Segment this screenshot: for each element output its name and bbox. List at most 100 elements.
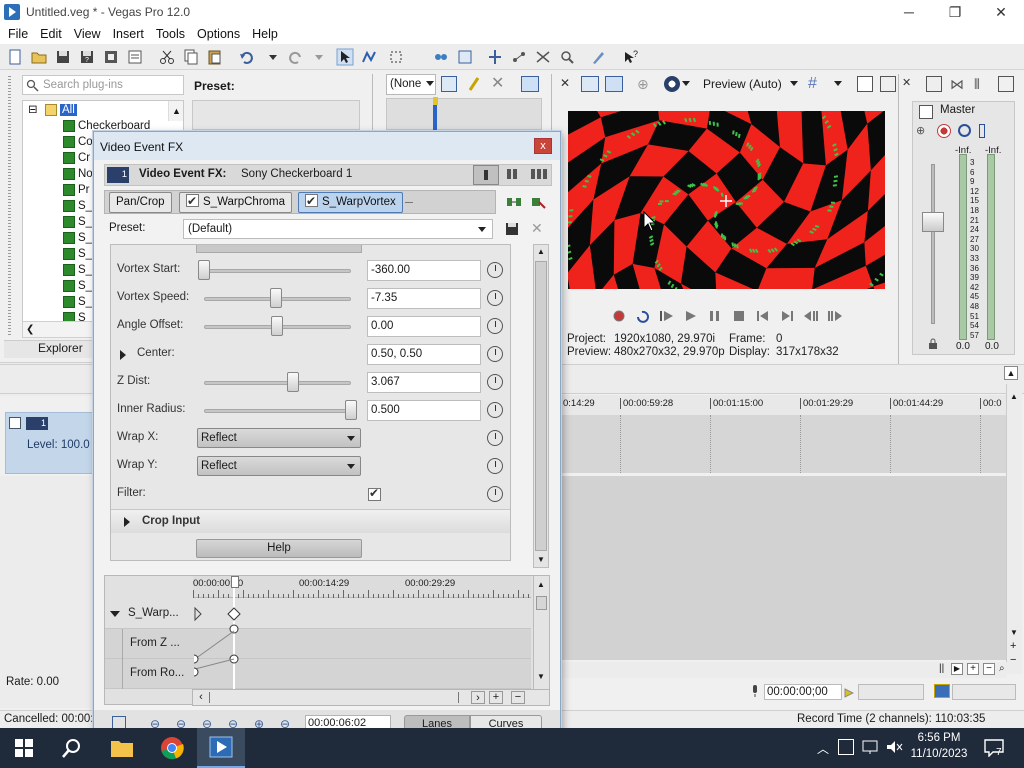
preset-dropdown[interactable]: (Default) bbox=[183, 219, 493, 239]
minimize-button[interactable]: ─ bbox=[886, 0, 932, 24]
animate-icon[interactable] bbox=[487, 346, 503, 362]
param-slider-thumb[interactable] bbox=[270, 288, 282, 308]
param-slider[interactable] bbox=[204, 269, 351, 273]
chain-s-warpchroma[interactable]: S_WarpChroma bbox=[179, 192, 293, 213]
menu-insert[interactable]: Insert bbox=[107, 27, 150, 41]
external-monitor-icon[interactable] bbox=[605, 76, 623, 92]
master-fx-icon[interactable]: ⊕ bbox=[916, 124, 934, 138]
video-fx-icon[interactable]: ⊕ bbox=[637, 77, 651, 91]
auto-ripple-icon[interactable] bbox=[432, 48, 450, 66]
chrome-icon[interactable] bbox=[148, 728, 196, 768]
keyframe-vscroll[interactable]: ▲ ▼ bbox=[533, 576, 549, 704]
previous-frame-icon[interactable] bbox=[803, 309, 819, 323]
preset-list[interactable] bbox=[192, 100, 360, 130]
trimmer-monitor-icon[interactable] bbox=[521, 76, 539, 92]
trimmer-add-icon[interactable] bbox=[441, 76, 457, 92]
pause-icon[interactable] bbox=[707, 309, 723, 323]
wrap-y-dropdown[interactable]: Reflect bbox=[197, 456, 361, 476]
param-value-field[interactable]: -360.00 bbox=[367, 260, 481, 281]
menu-edit[interactable]: Edit bbox=[34, 27, 68, 41]
zoom-out-icon[interactable]: − bbox=[983, 663, 995, 675]
timeline-menu-button[interactable]: ▲ bbox=[1004, 366, 1018, 380]
clock-date[interactable]: 11/10/2023 bbox=[908, 748, 970, 760]
dialog-title-bar[interactable]: Video Event FX x bbox=[94, 132, 560, 160]
tree-collapse-toggle[interactable]: ⊟ bbox=[28, 102, 38, 118]
tree-item[interactable]: Co bbox=[63, 134, 93, 150]
animate-icon[interactable] bbox=[487, 318, 503, 334]
tray-app-icon[interactable] bbox=[838, 739, 854, 755]
chain-enable-checkbox[interactable] bbox=[305, 192, 318, 211]
param-slider[interactable] bbox=[204, 381, 351, 385]
wrap-x-dropdown[interactable]: Reflect bbox=[197, 428, 361, 448]
animate-icon[interactable] bbox=[487, 458, 503, 474]
expand-arrow-icon[interactable] bbox=[124, 517, 130, 527]
trimmer-ruler[interactable] bbox=[386, 98, 542, 130]
play-icon[interactable] bbox=[683, 309, 699, 323]
whats-this-help-icon[interactable]: ? bbox=[622, 48, 640, 66]
trimmer-marker-icon[interactable] bbox=[466, 76, 482, 92]
open-folder-icon[interactable] bbox=[30, 48, 48, 66]
undo-dropdown-icon[interactable] bbox=[264, 48, 282, 66]
menu-tools[interactable]: Tools bbox=[150, 27, 191, 41]
envelope-edit-tool-icon[interactable] bbox=[360, 48, 378, 66]
snapping-icon[interactable] bbox=[486, 48, 504, 66]
record-icon[interactable] bbox=[611, 309, 627, 323]
save-as-icon[interactable]: ? bbox=[78, 48, 96, 66]
copy-snapshot-icon[interactable] bbox=[857, 76, 873, 92]
zoom-tool-icon[interactable]: ⌕ bbox=[999, 663, 1011, 675]
zoom-in-icon[interactable]: + bbox=[967, 663, 979, 675]
play-from-start-icon[interactable] bbox=[659, 309, 675, 323]
zoom-tool-icon[interactable] bbox=[558, 48, 576, 66]
zoom-in-icon[interactable]: + bbox=[489, 691, 503, 704]
keyframe-cursor-handle[interactable] bbox=[231, 576, 239, 588]
stop-icon[interactable] bbox=[731, 309, 747, 323]
save-preset-icon[interactable] bbox=[505, 222, 519, 236]
file-explorer-icon[interactable] bbox=[98, 728, 146, 768]
crop-input-section[interactable]: Crop Input bbox=[111, 509, 510, 533]
network-icon[interactable] bbox=[862, 739, 880, 755]
view-single-icon[interactable] bbox=[473, 165, 499, 185]
expand-arrow-icon[interactable] bbox=[120, 350, 126, 360]
scroll-up-icon[interactable]: ▲ bbox=[537, 247, 545, 256]
clock-time[interactable]: 6:56 PM bbox=[908, 732, 970, 744]
timeline-vscroll[interactable]: ▲ ▼ + − bbox=[1006, 384, 1022, 674]
rate-label[interactable]: Rate: 0.00 bbox=[6, 676, 59, 688]
menu-file[interactable]: File bbox=[2, 27, 34, 41]
panel-grip[interactable] bbox=[8, 76, 11, 336]
param-value-field[interactable]: 0.50, 0.50 bbox=[367, 344, 481, 365]
vegas-taskbar-icon[interactable] bbox=[197, 728, 245, 768]
param-slider-thumb[interactable] bbox=[271, 316, 283, 336]
volume-muted-icon[interactable] bbox=[886, 739, 904, 755]
animate-icon[interactable] bbox=[487, 486, 503, 502]
vegas-app-icon[interactable] bbox=[4, 4, 20, 20]
remove-plugin-icon[interactable] bbox=[529, 194, 547, 210]
loop-icon[interactable] bbox=[635, 309, 651, 323]
redo-dropdown-icon[interactable] bbox=[310, 48, 328, 66]
solo-icon[interactable] bbox=[979, 124, 985, 138]
properties-icon[interactable] bbox=[126, 48, 144, 66]
go-to-end-icon[interactable] bbox=[779, 309, 795, 323]
render-as-icon[interactable] bbox=[102, 48, 120, 66]
hscroll-thumb[interactable] bbox=[209, 692, 459, 703]
crossfades-icon[interactable] bbox=[534, 48, 552, 66]
trimmer-clear-icon[interactable]: ✕ bbox=[491, 76, 507, 92]
keyframe-hscroll[interactable]: ‹ › + − bbox=[192, 689, 550, 706]
help-button[interactable]: Help bbox=[196, 539, 362, 558]
timeline-empty-area[interactable] bbox=[561, 476, 1006, 660]
param-slider-thumb[interactable] bbox=[345, 400, 357, 420]
hscroll-grip[interactable]: || bbox=[939, 663, 944, 674]
scrollbar-thumb[interactable] bbox=[535, 261, 547, 551]
tree-scroll-left[interactable]: ❮ bbox=[22, 321, 94, 338]
scroll-down-icon[interactable]: ▼ bbox=[537, 672, 545, 681]
mixer-downmix-icon[interactable]: ⋈ bbox=[950, 76, 966, 92]
mute-icon[interactable] bbox=[958, 124, 971, 137]
master-fader-track[interactable] bbox=[931, 164, 935, 324]
param-value-field[interactable]: -7.35 bbox=[367, 288, 481, 309]
animate-icon[interactable] bbox=[487, 374, 503, 390]
mixer-properties-icon[interactable] bbox=[926, 76, 942, 92]
video-track-header[interactable]: 1 Level: 100.0 bbox=[5, 412, 93, 474]
copy-icon[interactable] bbox=[182, 48, 200, 66]
selection-length-display[interactable] bbox=[952, 684, 1016, 700]
scroll-down-icon[interactable]: ▼ bbox=[537, 555, 545, 564]
tree-scroll-up[interactable]: ▲ bbox=[168, 101, 183, 121]
